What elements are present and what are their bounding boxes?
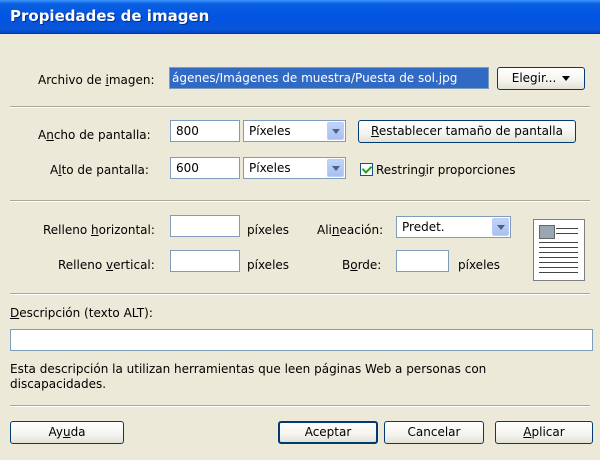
dropdown-arrow-icon[interactable] <box>327 159 344 177</box>
dropdown-arrow-icon[interactable] <box>327 122 344 140</box>
height-unit-select[interactable]: Píxeles <box>243 157 346 179</box>
ok-button[interactable]: Aceptar <box>278 421 378 444</box>
vpad-label: Relleno vertical: <box>58 258 155 272</box>
separator <box>10 405 590 407</box>
width-unit-select[interactable]: Píxeles <box>243 120 346 142</box>
help-button[interactable]: Ayuda <box>10 421 124 444</box>
hpad-label: Relleno horizontal: <box>43 223 155 237</box>
apply-button[interactable]: Aplicar <box>495 421 593 444</box>
image-preview-icon <box>533 219 585 281</box>
title-bar[interactable]: Propiedades de imagen <box>0 0 600 34</box>
border-unit: píxeles <box>458 258 501 272</box>
align-label: Alineación: <box>317 223 384 237</box>
separator <box>10 106 590 108</box>
file-label: Archivo de imagen: <box>38 73 155 87</box>
alt-help-text: Esta descripción la utilizan herramienta… <box>10 362 487 391</box>
constrain-label[interactable]: Restringir proporciones <box>376 163 516 177</box>
width-input[interactable]: 800 <box>170 120 240 142</box>
height-label: Alto de pantalla: <box>50 163 149 177</box>
cancel-button[interactable]: Cancelar <box>384 421 484 444</box>
reset-size-button[interactable]: Restablecer tamaño de pantalla <box>358 120 576 143</box>
chevron-down-icon <box>562 76 571 81</box>
align-select[interactable]: Predet. <box>396 216 511 238</box>
alt-label: Descripción (texto ALT): <box>10 306 153 320</box>
hpad-input[interactable] <box>170 215 240 237</box>
vpad-unit: píxeles <box>247 258 290 272</box>
width-label: Ancho de pantalla: <box>38 128 151 142</box>
separator <box>10 200 590 202</box>
vpad-input[interactable] <box>170 250 240 272</box>
choose-button[interactable]: Elegir... <box>497 67 585 90</box>
border-label: Borde: <box>342 258 382 272</box>
constrain-checkbox[interactable] <box>360 163 373 176</box>
separator <box>10 293 590 295</box>
alt-text-input[interactable] <box>10 329 593 351</box>
hpad-unit: píxeles <box>247 223 290 237</box>
height-input[interactable]: 600 <box>170 157 240 179</box>
window-title: Propiedades de imagen <box>10 7 210 25</box>
dropdown-arrow-icon[interactable] <box>492 218 509 236</box>
border-input[interactable] <box>396 250 449 272</box>
file-path-input[interactable]: ágenes/Imágenes de muestra/Puesta de sol… <box>169 67 489 89</box>
